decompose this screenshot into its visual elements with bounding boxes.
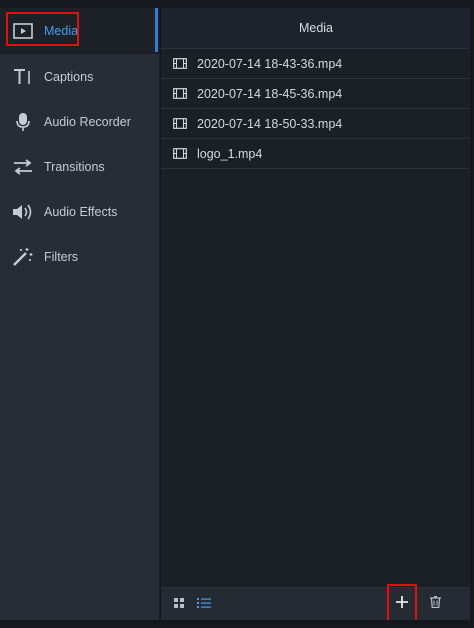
list-item[interactable]: logo_1.mp4 <box>161 139 471 169</box>
list-view-icon <box>197 595 211 613</box>
grid-view-icon <box>174 595 184 613</box>
sidebar-item-label: Media <box>44 23 79 38</box>
top-strip <box>0 0 474 8</box>
file-name: 2020-07-14 18-50-33.mp4 <box>197 116 343 131</box>
film-icon <box>173 118 187 129</box>
panel-footer-toolbar <box>161 584 471 622</box>
sidebar-item-filters[interactable]: Filters <box>0 234 159 279</box>
sidebar-item-label: Captions <box>44 69 94 84</box>
sidebar-item-audio-effects[interactable]: Audio Effects <box>0 189 159 234</box>
file-name: logo_1.mp4 <box>197 146 263 161</box>
sidebar-item-label: Filters <box>44 249 79 264</box>
sidebar: Media Captions Audio Recorder Transition… <box>0 8 160 620</box>
app-window: Media Captions Audio Recorder Transition… <box>0 0 474 628</box>
text-t-icon <box>12 54 34 99</box>
play-box-icon <box>12 8 34 53</box>
sidebar-item-audio-recorder[interactable]: Audio Recorder <box>0 99 159 144</box>
magic-wand-icon <box>12 234 34 279</box>
sidebar-item-captions[interactable]: Captions <box>0 54 159 99</box>
add-media-button[interactable] <box>391 588 413 620</box>
sidebar-item-media[interactable]: Media <box>0 8 159 54</box>
file-name: 2020-07-14 18-43-36.mp4 <box>197 56 343 71</box>
grid-view-button[interactable] <box>171 588 187 620</box>
sidebar-item-label: Audio Effects <box>44 204 118 219</box>
media-file-list: 2020-07-14 18-43-36.mp4 2020-07-14 18-45… <box>161 49 471 169</box>
list-item[interactable]: 2020-07-14 18-50-33.mp4 <box>161 109 471 139</box>
plus-icon <box>396 595 408 613</box>
film-icon <box>173 88 187 99</box>
delete-media-button[interactable] <box>425 588 445 620</box>
sidebar-item-label: Audio Recorder <box>44 114 131 129</box>
trash-icon <box>429 595 441 613</box>
active-panel-indicator <box>155 8 158 52</box>
film-icon <box>173 58 187 69</box>
swap-arrows-icon <box>12 144 34 189</box>
sidebar-item-label: Transitions <box>44 159 105 174</box>
speaker-icon <box>12 189 34 234</box>
list-view-button[interactable] <box>195 588 213 620</box>
microphone-icon <box>12 99 34 144</box>
list-item[interactable]: 2020-07-14 18-43-36.mp4 <box>161 49 471 79</box>
film-icon <box>173 148 187 159</box>
media-panel: Media 2020-07-14 18-43-36.mp4 2020-07-14… <box>160 8 471 622</box>
panel-title: Media <box>161 8 471 49</box>
list-item[interactable]: 2020-07-14 18-45-36.mp4 <box>161 79 471 109</box>
file-name: 2020-07-14 18-45-36.mp4 <box>197 86 343 101</box>
right-edge <box>470 8 474 620</box>
sidebar-item-transitions[interactable]: Transitions <box>0 144 159 189</box>
bottom-strip <box>0 620 474 628</box>
